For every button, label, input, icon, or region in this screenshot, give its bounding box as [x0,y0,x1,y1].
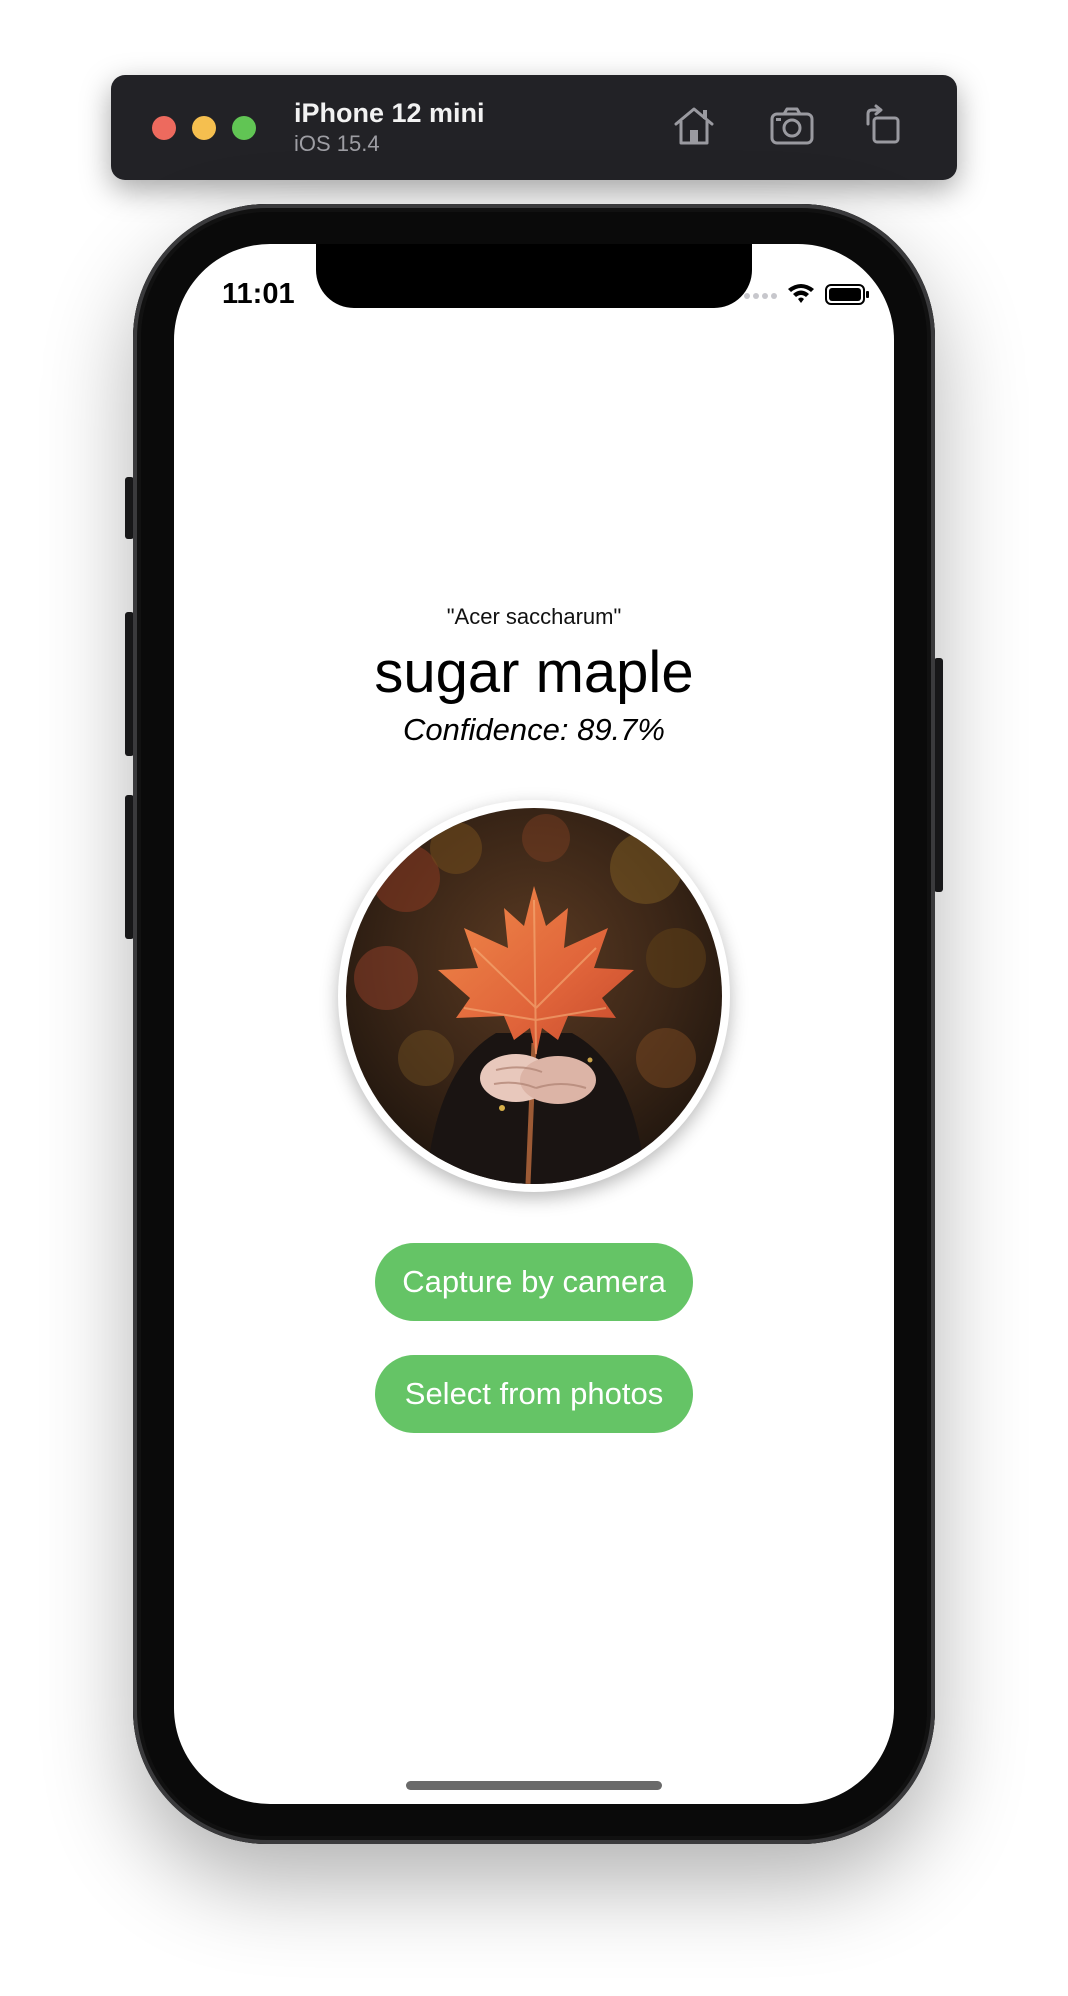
rotate-icon[interactable] [860,102,908,150]
capture-by-camera-button[interactable]: Capture by camera [375,1243,693,1321]
status-icons [744,284,869,305]
simulator-stage: iPhone 12 mini iOS 15.4 11:01 "Acer sacc… [0,0,1068,1996]
side-power-button[interactable] [934,658,943,892]
notch [316,244,752,308]
close-window-button[interactable] [152,116,176,140]
zoom-window-button[interactable] [232,116,256,140]
common-name: sugar maple [374,640,694,705]
home-icon[interactable] [670,102,718,150]
wifi-icon [788,284,814,303]
minimize-window-button[interactable] [192,116,216,140]
select-from-photos-button[interactable]: Select from photos [375,1355,693,1433]
screenshot-camera-icon[interactable] [768,102,816,150]
confidence-label: Confidence: 89.7% [403,712,665,747]
device-screen: 11:01 "Acer saccharum" sugar maple Confi… [174,244,894,1804]
photo-frame [338,800,730,1192]
status-time: 11:01 [222,278,295,310]
maple-leaf-photo [346,808,722,1184]
os-version: iOS 15.4 [294,131,380,156]
home-indicator[interactable] [406,1781,662,1790]
scientific-name: "Acer saccharum" [446,604,622,629]
battery-icon [825,284,869,305]
cellular-dots-icon [744,293,777,299]
device-name: iPhone 12 mini [294,98,485,128]
